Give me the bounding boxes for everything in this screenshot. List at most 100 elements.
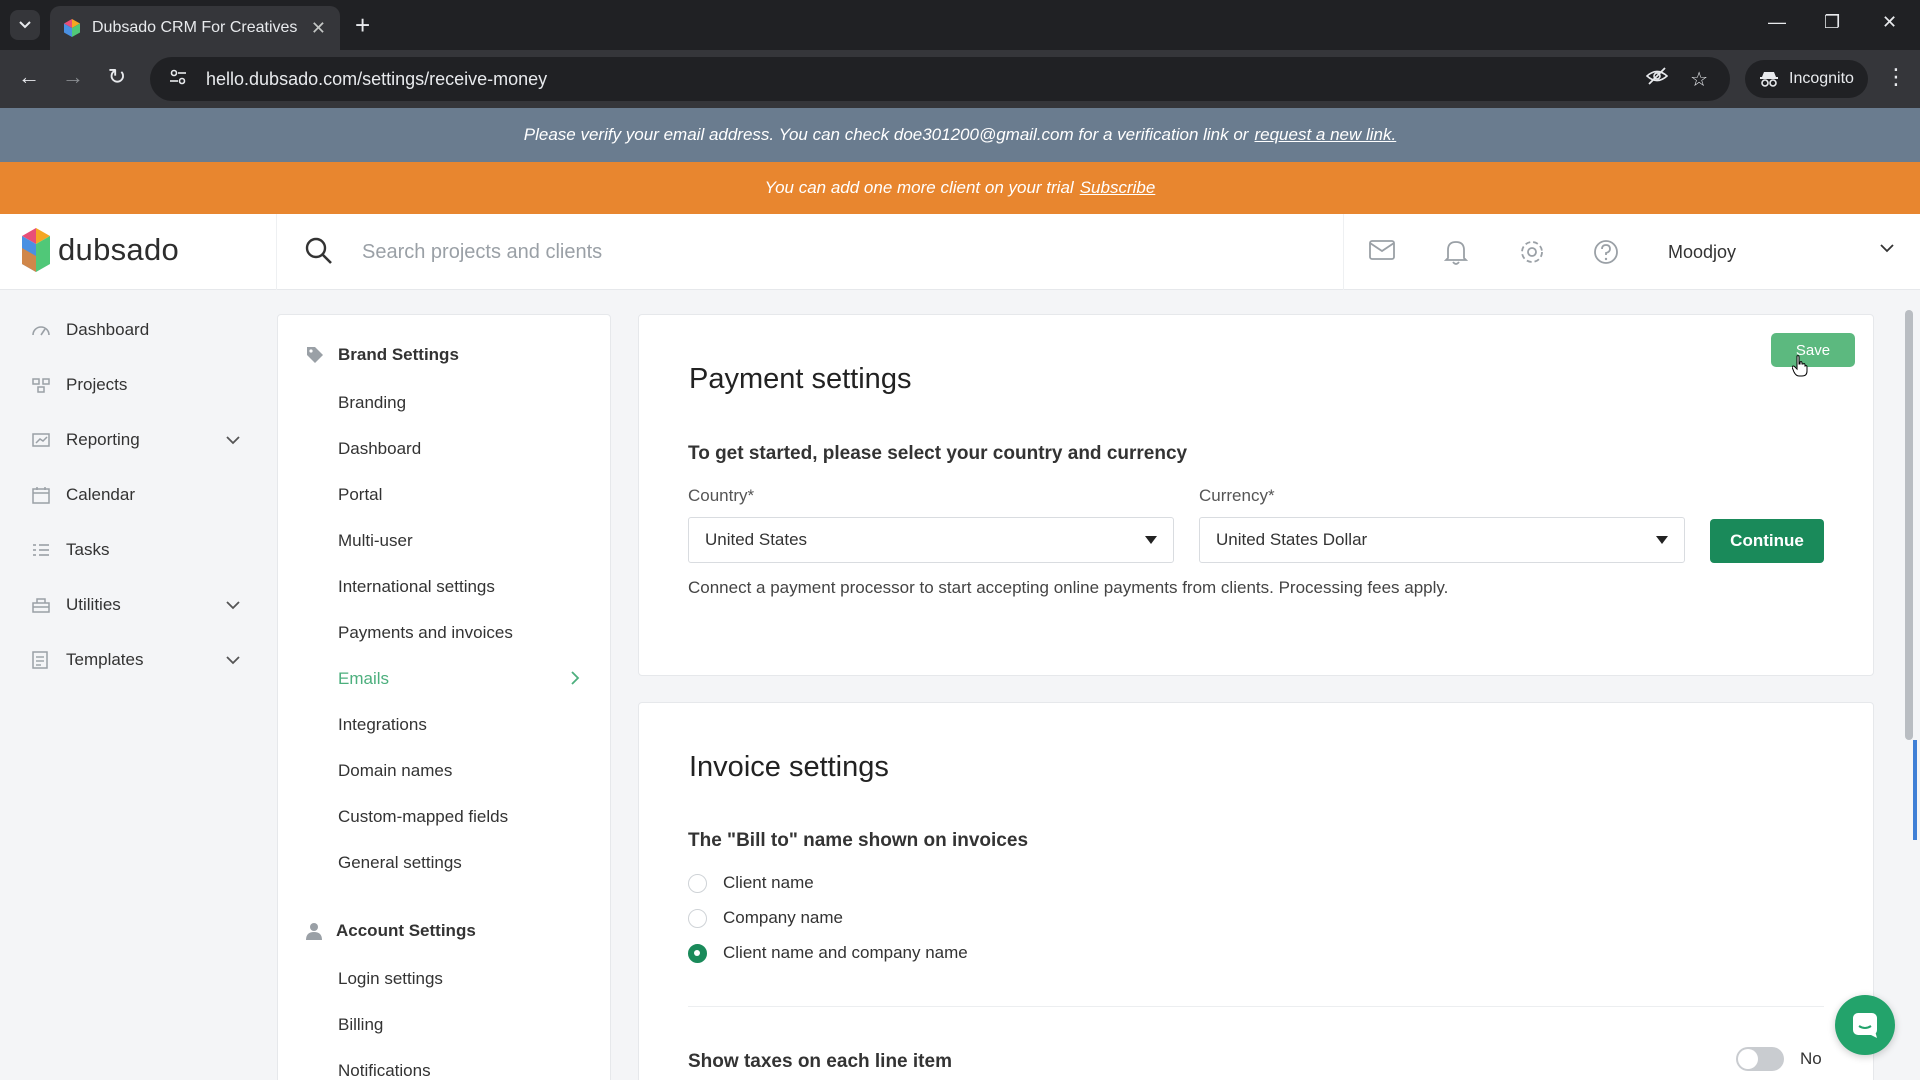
search-input[interactable] bbox=[362, 232, 1262, 272]
settings-item-dashboard[interactable]: Dashboard bbox=[338, 439, 421, 459]
settings-item-general[interactable]: General settings bbox=[338, 853, 462, 873]
sidebar-item-calendar[interactable]: Calendar bbox=[0, 473, 276, 517]
dubsado-favicon-icon bbox=[64, 19, 80, 37]
browser-menu-icon[interactable]: ⋮ bbox=[1885, 64, 1907, 90]
address-bar[interactable]: hello.dubsado.com/settings/receive-money… bbox=[150, 57, 1730, 101]
sidebar-item-dashboard[interactable]: Dashboard bbox=[0, 308, 276, 352]
country-select[interactable]: United States bbox=[688, 517, 1174, 563]
sidebar-item-utilities[interactable]: Utilities bbox=[0, 583, 276, 627]
app-header: dubsado Moodjoy bbox=[0, 214, 1920, 290]
dashboard-icon bbox=[32, 322, 52, 338]
bell-icon[interactable] bbox=[1443, 238, 1469, 271]
logo-text: dubsado bbox=[58, 232, 180, 267]
verify-text: Please verify your email address. You ca… bbox=[523, 125, 1249, 144]
bookmark-star-icon[interactable]: ☆ bbox=[1690, 67, 1708, 92]
settings-item-international[interactable]: International settings bbox=[338, 577, 495, 597]
sidebar-item-label: Reporting bbox=[66, 430, 140, 449]
trial-banner: You can add one more client on your tria… bbox=[0, 162, 1920, 214]
country-label: Country* bbox=[688, 486, 755, 505]
chat-icon bbox=[1853, 1013, 1877, 1038]
radio-button[interactable] bbox=[688, 908, 707, 928]
show-taxes-toggle[interactable] bbox=[1736, 1047, 1784, 1071]
sidebar-item-projects[interactable]: Projects bbox=[0, 363, 276, 407]
site-info-icon[interactable] bbox=[158, 69, 198, 90]
chat-widget-button[interactable] bbox=[1835, 995, 1895, 1055]
incognito-badge[interactable]: Incognito bbox=[1745, 60, 1868, 98]
sidebar-item-label: Calendar bbox=[66, 485, 135, 504]
settings-item-payments-invoices[interactable]: Payments and invoices bbox=[338, 623, 513, 643]
bill-to-label: The "Bill to" name shown on invoices bbox=[688, 830, 1029, 851]
settings-item-notifications[interactable]: Notifications bbox=[338, 1061, 431, 1080]
radio-button-selected[interactable] bbox=[688, 943, 707, 963]
scroll-position-marker bbox=[1913, 740, 1917, 840]
header-divider-right bbox=[1343, 214, 1344, 290]
mail-icon[interactable] bbox=[1368, 238, 1396, 267]
minimize-icon[interactable]: — bbox=[1768, 12, 1786, 33]
gear-icon[interactable] bbox=[1518, 238, 1546, 271]
sidebar-item-reporting[interactable]: Reporting bbox=[0, 418, 276, 462]
sidebar-item-tasks[interactable]: Tasks bbox=[0, 528, 276, 572]
settings-item-portal[interactable]: Portal bbox=[338, 485, 382, 505]
tasks-icon bbox=[32, 542, 52, 558]
settings-sidebar: Brand Settings Branding Dashboard Portal… bbox=[277, 314, 611, 1080]
chevron-down-icon[interactable] bbox=[226, 595, 240, 615]
currency-select[interactable]: United States Dollar bbox=[1199, 517, 1685, 563]
show-taxes-toggle-value: No bbox=[1800, 1049, 1822, 1068]
dubsado-logo-icon bbox=[22, 228, 50, 272]
dubsado-logo[interactable]: dubsado bbox=[22, 228, 179, 272]
user-icon bbox=[306, 923, 322, 940]
user-menu-chevron-icon[interactable] bbox=[1880, 240, 1894, 258]
settings-item-branding[interactable]: Branding bbox=[338, 393, 406, 413]
settings-item-emails[interactable]: Emails bbox=[338, 669, 389, 689]
user-name[interactable]: Moodjoy bbox=[1668, 242, 1736, 263]
hand-cursor-icon bbox=[1791, 355, 1808, 382]
restore-icon[interactable]: ❐ bbox=[1824, 12, 1840, 33]
settings-item-login[interactable]: Login settings bbox=[338, 969, 443, 989]
tab-title: Dubsado CRM For Creatives bbox=[92, 19, 298, 36]
search-icon[interactable] bbox=[304, 236, 334, 271]
payment-settings-title: Payment settings bbox=[689, 363, 912, 395]
bill-to-option-client-and-company[interactable]: Client name and company name bbox=[688, 943, 968, 963]
sidebar-item-templates[interactable]: Templates bbox=[0, 638, 276, 682]
settings-item-custom-mapped-fields[interactable]: Custom-mapped fields bbox=[338, 807, 508, 827]
continue-button[interactable]: Continue bbox=[1710, 519, 1824, 563]
settings-item-multi-user[interactable]: Multi-user bbox=[338, 531, 413, 551]
sidebar-item-label: Tasks bbox=[66, 540, 110, 559]
sidebar-item-label: Utilities bbox=[66, 595, 121, 614]
subscribe-link[interactable]: Subscribe bbox=[1080, 178, 1156, 198]
sidebar-item-label: Templates bbox=[66, 650, 144, 669]
settings-item-integrations[interactable]: Integrations bbox=[338, 715, 427, 735]
save-button[interactable]: Save bbox=[1771, 333, 1855, 367]
reporting-icon bbox=[32, 432, 52, 448]
bill-to-option-client-name[interactable]: Client name bbox=[688, 873, 814, 893]
back-icon[interactable]: ← bbox=[14, 64, 44, 90]
browser-tab-bar: Dubsado CRM For Creatives ✕ + — ❐ ✕ bbox=[0, 0, 1920, 50]
forward-icon[interactable]: → bbox=[58, 64, 88, 90]
utilities-icon bbox=[32, 597, 52, 613]
request-new-link[interactable]: request a new link. bbox=[1254, 125, 1396, 145]
divider bbox=[688, 1006, 1824, 1007]
settings-item-domain-names[interactable]: Domain names bbox=[338, 761, 452, 781]
currency-value: United States Dollar bbox=[1216, 530, 1368, 549]
page-scrollbar-thumb[interactable] bbox=[1905, 310, 1913, 740]
tab-close-icon[interactable]: ✕ bbox=[311, 18, 326, 39]
payment-help-text: Connect a payment processor to start acc… bbox=[688, 578, 1449, 597]
help-icon[interactable] bbox=[1592, 238, 1620, 271]
tab-search-button[interactable] bbox=[10, 10, 40, 40]
incognito-label: Incognito bbox=[1789, 70, 1854, 87]
chevron-right-icon[interactable] bbox=[570, 671, 580, 690]
radio-button[interactable] bbox=[688, 873, 707, 893]
reload-icon[interactable]: ↻ bbox=[102, 64, 132, 90]
invoice-settings-title: Invoice settings bbox=[689, 751, 889, 783]
new-tab-icon[interactable]: + bbox=[355, 10, 370, 40]
url-text: hello.dubsado.com/settings/receive-money bbox=[206, 68, 548, 89]
calendar-icon bbox=[32, 486, 52, 504]
eye-off-icon[interactable] bbox=[1645, 67, 1669, 91]
chevron-down-icon[interactable] bbox=[226, 430, 240, 450]
browser-tab[interactable]: Dubsado CRM For Creatives ✕ bbox=[50, 6, 340, 50]
chevron-down-icon[interactable] bbox=[226, 650, 240, 670]
settings-item-billing[interactable]: Billing bbox=[338, 1015, 383, 1035]
close-window-icon[interactable]: ✕ bbox=[1882, 12, 1897, 33]
bill-to-option-company-name[interactable]: Company name bbox=[688, 908, 843, 928]
invoice-settings-card: Invoice settings bbox=[638, 702, 1874, 1080]
